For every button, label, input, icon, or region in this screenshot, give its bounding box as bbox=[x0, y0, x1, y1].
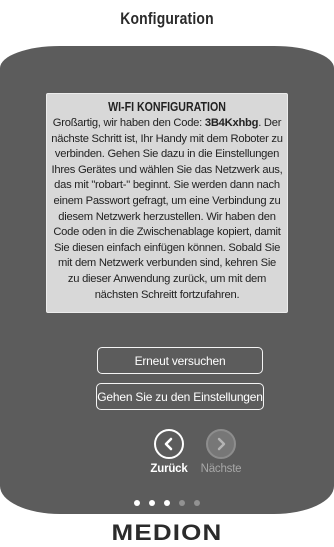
chevron-right-icon bbox=[217, 437, 226, 451]
page-dot bbox=[134, 500, 140, 506]
wifi-code: 3B4Kxhbg bbox=[204, 117, 259, 129]
pagination-dots bbox=[0, 500, 334, 506]
open-settings-button[interactable]: Gehen Sie zu den Einstellungen bbox=[96, 383, 264, 410]
page-dot bbox=[194, 500, 200, 506]
back-nav[interactable]: Zurück bbox=[144, 429, 194, 475]
retry-button[interactable]: Erneut versuchen bbox=[97, 347, 263, 374]
header-bar: Konfiguration bbox=[0, 0, 334, 46]
medion-logo: MEDION bbox=[111, 520, 223, 545]
brand-footer: MEDION bbox=[0, 520, 334, 546]
info-text-body: . Der nächste Schritt ist, Ihr Handy mit… bbox=[51, 117, 283, 301]
info-text-intro: Großartig, wir haben den Code: bbox=[52, 117, 205, 129]
info-title: WI-FI KONFIGURATION bbox=[108, 100, 226, 114]
next-label: Nächste bbox=[200, 463, 242, 475]
content-panel: WI-FI KONFIGURATION Großartig, wir haben… bbox=[0, 46, 334, 514]
wifi-info-box: WI-FI KONFIGURATION Großartig, wir haben… bbox=[46, 93, 288, 313]
page-dot bbox=[164, 500, 170, 506]
back-button[interactable] bbox=[154, 429, 184, 459]
page-dot bbox=[149, 500, 155, 506]
back-label: Zurück bbox=[150, 463, 188, 475]
next-nav[interactable]: Nächste bbox=[196, 429, 246, 475]
next-button[interactable] bbox=[206, 429, 236, 459]
chevron-left-icon bbox=[164, 437, 173, 451]
page-title: Konfiguration bbox=[120, 9, 214, 28]
info-text: Großartig, wir haben den Code: 3B4Kxhbg.… bbox=[51, 116, 283, 303]
page-dot bbox=[179, 500, 185, 506]
